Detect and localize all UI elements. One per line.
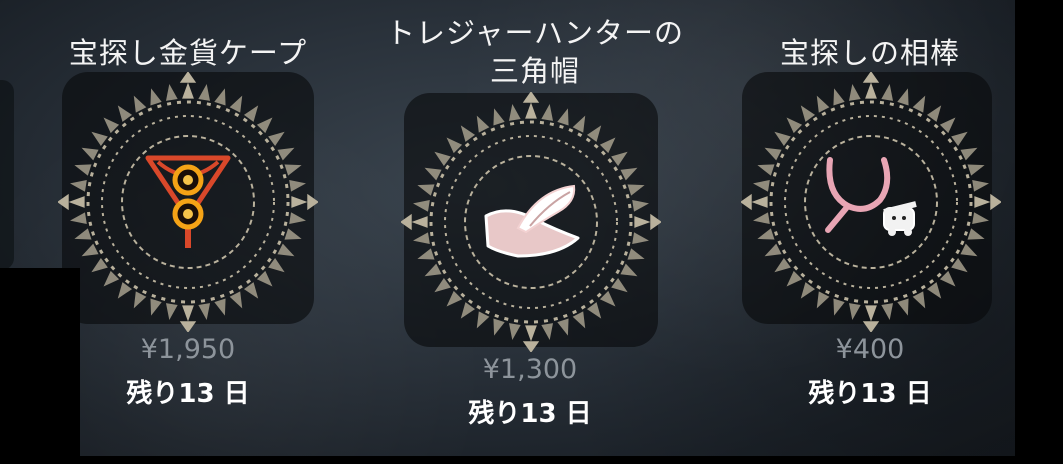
- item-price: ¥400: [835, 334, 905, 365]
- item-title: トレジャーハンターの 三角帽: [386, 16, 684, 88]
- item-remaining-days: 残り13 日: [126, 379, 250, 409]
- offscreen-item-card[interactable]: [0, 80, 14, 270]
- item-title: 宝探し金貨ケープ: [68, 36, 308, 70]
- black-overlay-right: [1015, 0, 1063, 464]
- tricorn-hat-icon: [484, 184, 580, 258]
- item-remaining-days: 残り13 日: [808, 379, 932, 409]
- treasure-buddy-icon: [825, 157, 917, 236]
- black-overlay-bottom: [0, 456, 1063, 464]
- black-overlay-left: [0, 268, 80, 464]
- gold-coin-cape-icon: [145, 155, 231, 248]
- item-price: ¥1,300: [482, 354, 578, 385]
- item-remaining-days: 残り13 日: [468, 399, 592, 429]
- item-title: 宝探しの相棒: [779, 36, 960, 70]
- item-price: ¥1,950: [140, 334, 236, 365]
